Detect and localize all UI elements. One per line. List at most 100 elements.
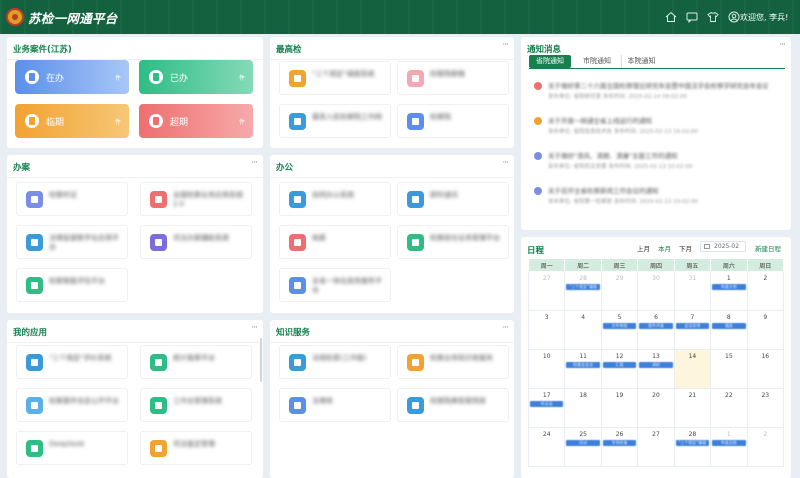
- calendar-event[interactable]: 会议安排: [675, 323, 710, 329]
- calendar-day[interactable]: 28 "三个规定"填报: [564, 271, 602, 311]
- calendar-day[interactable]: 28 "三个规定"填报: [673, 427, 712, 467]
- more-button[interactable]: ···: [251, 323, 258, 333]
- calendar-event[interactable]: 培训: [566, 440, 600, 446]
- notice-meta: 发布单位: 省院第一检察部 发布时间: 2025-02-13 10:02:00: [548, 199, 698, 205]
- app-tile[interactable]: 司法鉴定管理: [140, 431, 252, 465]
- calendar-day[interactable]: 11 检委会会议: [564, 349, 602, 389]
- calendar-event[interactable]: 听证会: [530, 401, 564, 407]
- tab-city[interactable]: 市院通知: [577, 55, 617, 68]
- calendar-day[interactable]: 19: [600, 388, 639, 428]
- calendar-day[interactable]: 27: [637, 427, 675, 467]
- calendar-event[interactable]: "三个规定"填报: [566, 284, 600, 290]
- app-tile[interactable]: 法规检索(工作版): [279, 345, 391, 379]
- app-tile[interactable]: 统计报表平台: [140, 345, 252, 379]
- calendar-day[interactable]: 9: [746, 310, 785, 350]
- app-tile[interactable]: 检察智能评估平台: [16, 268, 128, 302]
- app-tile[interactable]: 检察综合业务管理平台: [397, 225, 509, 259]
- scrollbar[interactable]: [260, 338, 262, 382]
- prev-month-button[interactable]: 上月: [637, 243, 650, 253]
- app-tile[interactable]: "三个规定"评价系统: [16, 345, 128, 379]
- completed-card[interactable]: 已办 件: [139, 60, 253, 94]
- calendar-day[interactable]: 10: [527, 349, 566, 389]
- shirt-icon[interactable]: [707, 11, 719, 23]
- calendar-day[interactable]: 1 年度总结: [710, 427, 748, 467]
- calendar-event[interactable]: 调研: [639, 362, 673, 368]
- calendar-day[interactable]: 22: [710, 388, 748, 428]
- app-tile[interactable]: 最高人民检察院工作网: [279, 104, 391, 138]
- calendar-day[interactable]: 7 会议安排: [673, 310, 712, 350]
- calendar-day[interactable]: 27: [527, 271, 566, 311]
- app-tile[interactable]: 检察院邮箱: [397, 61, 509, 95]
- app-tile[interactable]: 档案: [279, 225, 391, 259]
- calendar-day[interactable]: 6 案件评查: [637, 310, 675, 350]
- calendar-day[interactable]: 21: [673, 388, 712, 428]
- calendar-day[interactable]: 3: [527, 310, 566, 350]
- more-button[interactable]: ···: [779, 40, 786, 50]
- calendar-day[interactable]: 14: [673, 349, 712, 389]
- current-month-button[interactable]: 本月: [658, 243, 671, 253]
- calendar-day[interactable]: 25 培训: [564, 427, 602, 467]
- calendar-day[interactable]: 15: [710, 349, 748, 389]
- tab-province[interactable]: 省院通知: [529, 55, 571, 68]
- calendar-day[interactable]: 4: [564, 310, 602, 350]
- calendar-day[interactable]: 16: [746, 349, 785, 389]
- app-tile[interactable]: 检察业务知识库服务: [397, 345, 509, 379]
- calendar-event[interactable]: 专项检查: [602, 440, 637, 446]
- calendar-event[interactable]: "三个规定"填报: [675, 440, 710, 446]
- calendar-event[interactable]: 汇报: [602, 362, 637, 368]
- calendar-day[interactable]: 5 文件审批: [600, 310, 639, 350]
- month-picker[interactable]: 2025-02: [700, 241, 746, 252]
- more-button[interactable]: ···: [502, 40, 509, 50]
- message-icon[interactable]: [686, 11, 698, 24]
- app-tile[interactable]: 法律监督数字化应用平台: [16, 225, 128, 259]
- calendar-day[interactable]: 1 年度计划: [710, 271, 748, 311]
- next-month-button[interactable]: 下月: [679, 243, 692, 253]
- app-tile[interactable]: 全国检察业务应用系统2.0: [140, 182, 252, 216]
- calendar-day[interactable]: 24: [527, 427, 566, 467]
- calendar-day[interactable]: 2: [746, 271, 785, 311]
- more-button[interactable]: ···: [502, 323, 509, 333]
- calendar-event[interactable]: 年度总结: [712, 440, 746, 446]
- app-tile[interactable]: 检察院典型案例库: [397, 388, 509, 422]
- app-tile[interactable]: 司法办案辅助系统: [140, 225, 252, 259]
- calendar-day[interactable]: 13 调研: [637, 349, 675, 389]
- app-tile[interactable]: 协同办公系统: [279, 182, 391, 216]
- calendar-day[interactable]: 30: [637, 271, 675, 311]
- new-schedule-button[interactable]: 新建日程: [755, 243, 781, 253]
- calendar-event[interactable]: 年度计划: [712, 284, 746, 290]
- app-tile[interactable]: 全省一体化政务服务平台: [279, 268, 391, 302]
- app-tile[interactable]: 工作台管理系统: [140, 388, 252, 422]
- app-tile[interactable]: 检察院: [397, 104, 509, 138]
- app-tile[interactable]: DeepSeek: [16, 431, 128, 465]
- more-button[interactable]: ···: [502, 158, 509, 168]
- more-button[interactable]: ···: [251, 158, 258, 168]
- tab-local[interactable]: 本院通知: [621, 55, 661, 68]
- home-icon[interactable]: [665, 11, 677, 23]
- calendar-event[interactable]: 检委会会议: [566, 362, 600, 368]
- calendar-day[interactable]: 20: [637, 388, 675, 428]
- app-tile[interactable]: 即时通讯: [397, 182, 509, 216]
- app-tile[interactable]: 检察听证: [16, 182, 128, 216]
- user-greeting[interactable]: 欢迎您, 李兵!: [740, 12, 788, 23]
- app-tile[interactable]: 法律库: [279, 388, 391, 422]
- calendar-day[interactable]: 17 听证会: [527, 388, 566, 428]
- calendar-day[interactable]: 8 值班: [710, 310, 748, 350]
- calendar-day[interactable]: 23: [746, 388, 785, 428]
- due-soon-card[interactable]: 临期 件: [15, 104, 129, 138]
- app-tile[interactable]: "三个规定"填报系统: [279, 61, 391, 95]
- calendar-event[interactable]: 案件评查: [639, 323, 673, 329]
- calendar-event[interactable]: 文件审批: [602, 323, 637, 329]
- calendar-day[interactable]: 26 专项检查: [600, 427, 639, 467]
- in-progress-card[interactable]: 在办 件: [15, 60, 129, 94]
- app-tile[interactable]: 检察案件信息公开平台: [16, 388, 128, 422]
- calendar-day[interactable]: 12 汇报: [600, 349, 639, 389]
- calendar-day[interactable]: 18: [564, 388, 602, 428]
- calendar-event[interactable]: 值班: [712, 323, 746, 329]
- card-unit: 件: [238, 119, 245, 126]
- calendar-day[interactable]: 2: [746, 427, 785, 467]
- notice-meta: 发布单位: 省院机关党委 发布时间: 2025-02-13 10:02:00: [548, 164, 693, 170]
- user-circle-icon[interactable]: [728, 11, 740, 23]
- calendar-day[interactable]: 31: [673, 271, 712, 311]
- overdue-card[interactable]: 超期 件: [139, 104, 253, 138]
- calendar-day[interactable]: 29: [600, 271, 639, 311]
